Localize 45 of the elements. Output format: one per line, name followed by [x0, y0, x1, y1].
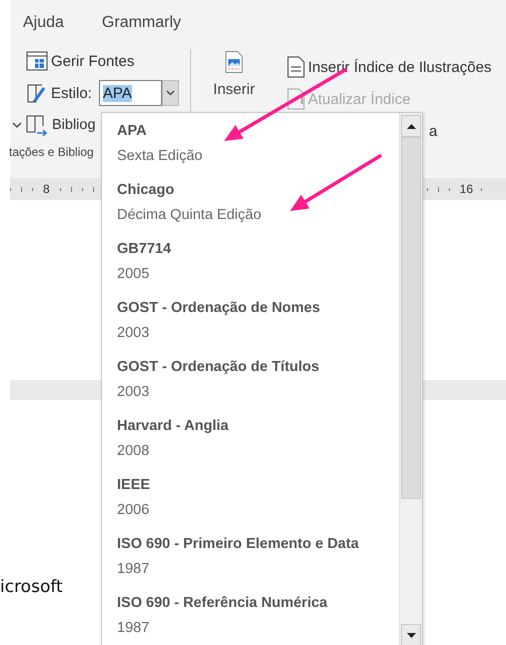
document-icon: [287, 56, 305, 78]
style-name[interactable]: Chicago: [117, 178, 174, 202]
triangle-up-icon: [406, 124, 416, 128]
style-name[interactable]: Harvard - Anglia: [117, 414, 228, 438]
ribbon-tab[interactable]: Ajuda: [23, 14, 64, 32]
chevron-down-icon: [166, 90, 175, 96]
style-name[interactable]: APA: [117, 119, 147, 143]
ruler-number: 16: [460, 182, 473, 196]
cross-reference-label: a: [429, 122, 438, 140]
insert-figures-index-button[interactable]: Inserir Índice de Ilustrações: [287, 56, 492, 78]
insert-caption-button[interactable]: Inserir: [203, 45, 265, 99]
style-name[interactable]: GOST - Ordenação de Títulos: [117, 355, 320, 379]
style-edition: Décima Quinta Edição: [117, 206, 262, 225]
style-edition: 1987: [117, 619, 150, 638]
table-icon: [26, 51, 48, 71]
book-brush-icon: [26, 82, 48, 104]
style-edition: 2008: [117, 442, 150, 461]
ruler-number: 8: [43, 182, 50, 196]
group-label: tações e Bibliog: [9, 145, 94, 159]
chevron-down-icon[interactable]: [12, 122, 22, 128]
document-text: icrosoft: [0, 577, 63, 597]
ribbon-tab[interactable]: Grammarly: [102, 14, 182, 32]
style-edition: 2005: [117, 265, 150, 284]
style-edition: 2003: [117, 324, 150, 343]
style-name[interactable]: GB7714: [117, 237, 172, 261]
document-icon: [287, 88, 305, 110]
style-name[interactable]: IEEE: [117, 473, 150, 497]
style-name[interactable]: ISO 690 - Referência Numérica: [117, 591, 328, 615]
style-edition: 1987: [117, 560, 150, 579]
scroll-down-button[interactable]: [401, 624, 421, 645]
style-dropdown-button[interactable]: [162, 80, 179, 106]
book-arrow-icon: [25, 114, 49, 136]
manage-sources-button[interactable]: Gerir Fontes: [26, 51, 134, 71]
style-name[interactable]: GOST - Ordenação de Nomes: [117, 296, 320, 320]
style-field[interactable]: APA: [98, 80, 162, 106]
bibliography-button[interactable]: Bibliog: [25, 114, 96, 136]
style-edition: Sexta Edição: [117, 147, 202, 166]
triangle-down-icon: [406, 632, 416, 638]
scroll-up-button[interactable]: [401, 115, 421, 137]
style-label: Estilo:: [51, 84, 92, 102]
style-name[interactable]: ISO 690 - Primeiro Elemento e Data: [117, 532, 359, 556]
style-edition: 2006: [117, 501, 150, 520]
scrollbar-thumb[interactable]: [401, 137, 421, 499]
scrollbar[interactable]: [399, 113, 422, 645]
style-edition: 2003: [117, 383, 150, 402]
